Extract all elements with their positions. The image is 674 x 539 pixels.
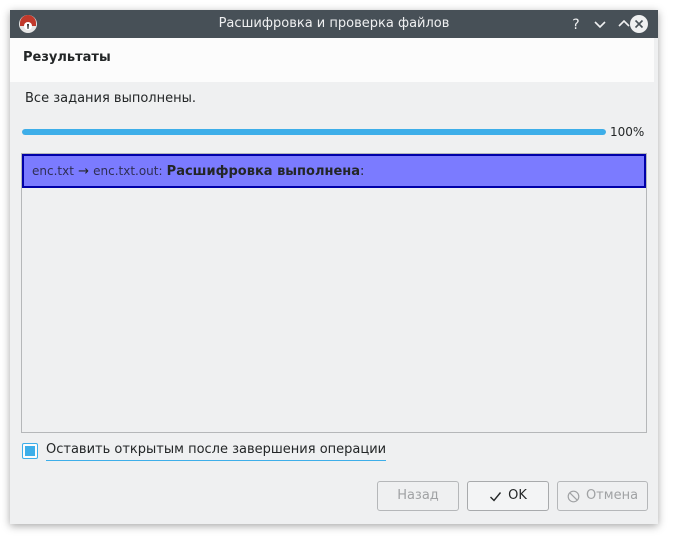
minimize-icon[interactable] [590, 14, 610, 34]
decrypt-verify-dialog: Расшифровка и проверка файлов ? Результа… [10, 10, 658, 524]
result-row[interactable]: enc.txt → enc.txt.out: Расшифровка выпол… [22, 154, 646, 188]
progress-bar [22, 129, 606, 135]
svg-text:?: ? [572, 17, 579, 33]
progress-bar-fill [22, 129, 606, 135]
output-file: enc.txt.out: [93, 164, 163, 178]
ok-button-label: OK [508, 488, 527, 503]
cancel-icon [567, 490, 580, 502]
window-title: Расшифровка и проверка файлов [218, 16, 450, 31]
help-icon[interactable]: ? [566, 14, 586, 34]
checkbox-checked-mark [25, 446, 35, 456]
back-button[interactable]: Назад [377, 481, 459, 511]
cancel-button-label: Отмена [585, 488, 639, 503]
checkmark-icon [490, 491, 502, 502]
result-status: Расшифровка выполнена [166, 164, 361, 179]
ok-button[interactable]: OK [467, 481, 549, 511]
back-button-label: Назад [397, 488, 439, 503]
arrow-icon: → [78, 164, 89, 179]
status-message: Все задания выполнены. [25, 91, 197, 106]
keep-open-checkbox[interactable] [22, 443, 38, 459]
page-title: Результаты [23, 50, 111, 65]
cancel-button[interactable]: Отмена [557, 481, 648, 511]
source-file: enc.txt [32, 164, 74, 178]
close-icon[interactable] [629, 14, 649, 34]
progress-label: 100% [610, 125, 645, 139]
results-list[interactable]: enc.txt → enc.txt.out: Расшифровка выпол… [21, 153, 647, 433]
keep-open-label[interactable]: Оставить открытым после завершения опера… [46, 442, 387, 461]
title-bar[interactable]: Расшифровка и проверка файлов ? [10, 10, 658, 38]
results-header: Результаты [10, 38, 654, 82]
result-status-suffix: : [360, 164, 365, 179]
